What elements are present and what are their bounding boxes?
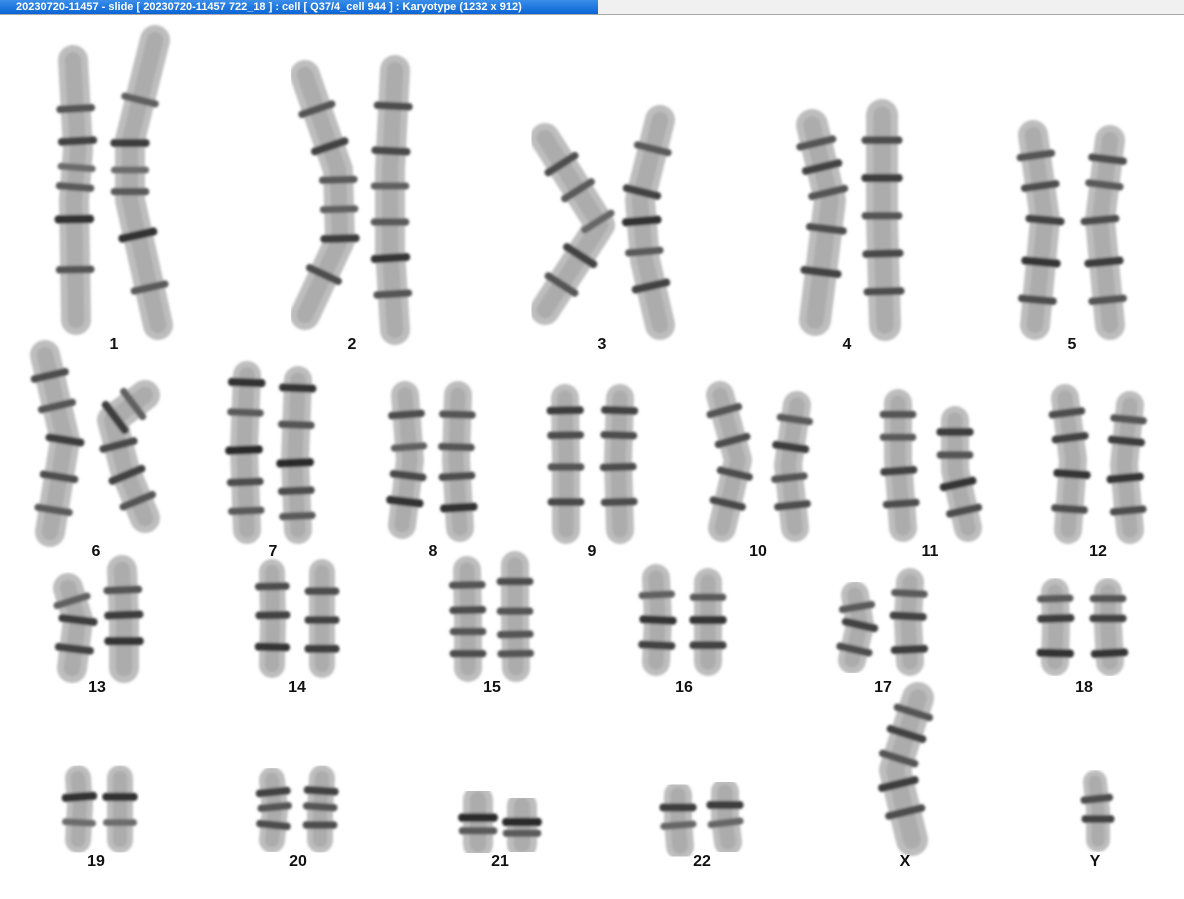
chromosome-9b <box>599 384 639 544</box>
chromosome-label-5: 5 <box>1067 336 1077 353</box>
chromosome-15b <box>496 551 535 682</box>
chromosome-13b <box>103 555 144 683</box>
chromosome-label-19: 19 <box>87 853 105 870</box>
chromosome-16a <box>638 564 677 676</box>
chromosome-21a <box>458 785 498 859</box>
chromosome-8a <box>386 381 428 539</box>
chromosome-label-1: 1 <box>109 336 119 353</box>
chromosome-11a <box>879 389 920 542</box>
chromosome-8b <box>438 381 478 542</box>
chromosome-6a <box>30 340 85 547</box>
chromosome-13a <box>53 573 98 683</box>
chromosome-label-7: 7 <box>268 543 278 560</box>
chromosome-14a <box>254 559 291 678</box>
chromosome-12a <box>1048 384 1091 544</box>
chromosome-label-11: 11 <box>921 543 939 560</box>
chromosome-4a <box>796 109 849 336</box>
chromosome-20b <box>302 765 339 853</box>
chromosome-label-4: 4 <box>842 336 852 353</box>
chromosome-14b <box>304 559 340 678</box>
chromosome-7b <box>276 366 317 544</box>
chromosome-18a <box>1036 578 1075 676</box>
chromosome-1a <box>54 45 98 335</box>
chromosome-2a <box>290 60 360 330</box>
chromosome-6b <box>97 380 160 533</box>
window-title[interactable]: 20230720-11457 - slide [ 20230720-11457 … <box>0 0 598 14</box>
chromosome-label-14: 14 <box>288 679 306 696</box>
chromosome-label-12: 12 <box>1089 543 1107 560</box>
chromosome-17a <box>836 581 879 674</box>
title-bar: 20230720-11457 - slide [ 20230720-11457 … <box>0 0 1184 15</box>
karyogram-canvas: 1 2 3 4 5 6 7 8 9 10 11 12 13 14 15 16 1… <box>0 15 1184 899</box>
chromosome-10b <box>771 391 813 542</box>
chromosome-label-x: X <box>899 853 911 870</box>
chromosome-label-3: 3 <box>597 336 607 353</box>
karyotype-window: 20230720-11457 - slide [ 20230720-11457 … <box>0 0 1184 899</box>
chromosome-19b <box>102 765 138 853</box>
chromosome-label-13: 13 <box>88 679 106 696</box>
chromosome-label-15: 15 <box>483 679 501 696</box>
chromosome-17b <box>889 568 929 676</box>
chromosome-label-22: 22 <box>693 853 711 870</box>
chromosome-images <box>30 25 1147 860</box>
chromosome-label-9: 9 <box>587 543 597 560</box>
chromosome-7a <box>225 361 266 544</box>
chromosome-5b <box>1080 125 1127 340</box>
chromosome-20a <box>255 767 292 853</box>
chromosome-label-17: 17 <box>874 679 892 696</box>
chromosome-label-8: 8 <box>428 543 438 560</box>
chromosome-3b <box>621 105 675 340</box>
chromosome-19a <box>61 765 98 853</box>
chromosome-1b <box>110 25 173 340</box>
chromosome-5a <box>1016 120 1065 340</box>
chromosome-22b <box>706 778 744 856</box>
chromosome-22a <box>659 781 697 860</box>
chromosome-label-16: 16 <box>675 679 693 696</box>
chromosome-21b <box>502 791 542 859</box>
chromosome-label-2: 2 <box>347 336 357 353</box>
chromosome-15a <box>448 556 487 682</box>
chromosome-label-20: 20 <box>289 853 307 870</box>
chromosome-label-18: 18 <box>1075 679 1093 696</box>
chromosome-16b <box>689 568 727 676</box>
chromosome-2b <box>370 55 413 345</box>
chromosome-label-6: 6 <box>91 543 101 560</box>
chromosome-10a <box>706 381 753 542</box>
chromosome-9a <box>546 384 585 544</box>
chromosome-11b <box>936 406 983 542</box>
chromosome-4b <box>861 99 905 341</box>
chromosome-Xa <box>878 682 934 856</box>
chromosome-12b <box>1106 391 1147 544</box>
chromosome-label-y: Y <box>1089 853 1101 870</box>
chromosome-3a <box>530 123 615 325</box>
chromosome-label-21: 21 <box>491 853 509 870</box>
chromosome-18b <box>1089 578 1129 676</box>
chromosome-Ya <box>1080 770 1115 852</box>
chromosome-label-10: 10 <box>749 543 767 560</box>
